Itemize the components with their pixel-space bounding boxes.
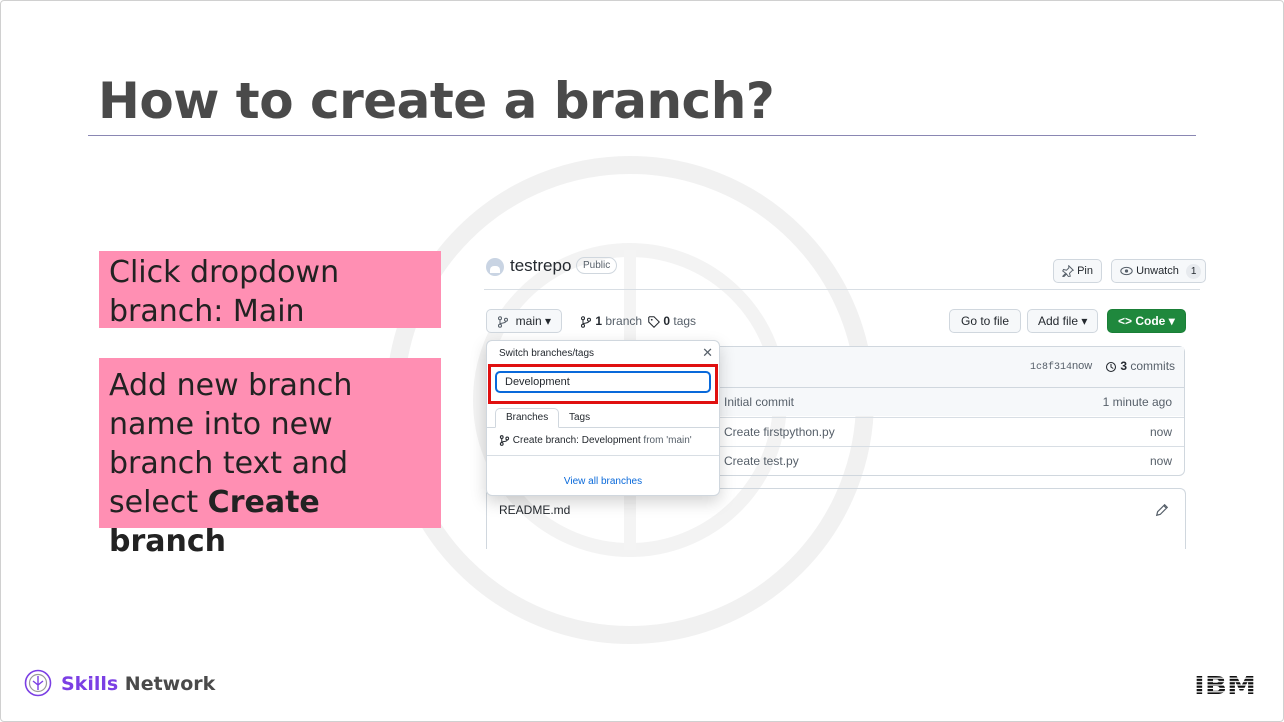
- repo-header: testrepo Public Pin Unwatch 1: [484, 254, 1207, 283]
- instruction-note-1: Click dropdown branch: Main: [99, 251, 441, 329]
- file-row: Create test.py now: [716, 446, 1184, 475]
- commits-count: 3: [1120, 359, 1128, 373]
- file-commit-message[interactable]: Create firstpython.py: [724, 425, 835, 439]
- branch-name-input[interactable]: [495, 371, 711, 393]
- instruction-note-1-text: Click dropdown branch: Main: [109, 255, 340, 329]
- code-label: Code: [1135, 314, 1166, 328]
- create-branch-option[interactable]: Create branch: Development from 'main': [499, 435, 692, 446]
- commit-time: now: [1072, 360, 1093, 372]
- tag-word: tags: [673, 314, 697, 328]
- file-commit-message[interactable]: Initial commit: [724, 395, 794, 409]
- create-branch-from: from 'main': [643, 435, 692, 447]
- create-branch-prefix: Create branch:: [512, 435, 582, 447]
- chevron-down-icon: ▾: [1081, 314, 1088, 328]
- repo-name-link[interactable]: testrepo: [510, 256, 571, 276]
- svg-text:IBM: IBM: [1194, 672, 1256, 696]
- popup-title: Switch branches/tags: [499, 348, 595, 359]
- unwatch-button[interactable]: Unwatch 1: [1111, 259, 1207, 283]
- branch-count: 1: [595, 314, 603, 328]
- eye-icon: [1120, 266, 1133, 276]
- repo-owner-avatar[interactable]: [486, 258, 504, 276]
- skills-network-logo-icon: [24, 669, 52, 697]
- brand-skills: Skills: [61, 673, 119, 695]
- commits-link[interactable]: 3 commits: [1105, 359, 1175, 373]
- popup-divider: [487, 455, 719, 456]
- chevron-down-icon: ▾: [1168, 314, 1175, 328]
- file-list: 1c8f314 now 3 commits Initial commit 1 m…: [716, 346, 1185, 476]
- branch-dropdown-button[interactable]: main ▾: [486, 309, 563, 333]
- popup-tabs: Branches Tags: [487, 405, 719, 428]
- github-repo-screenshot: testrepo Public Pin Unwatch 1 main ▾ 1 b…: [484, 248, 1207, 549]
- branch-switcher-popup: Switch branches/tags ✕ Branches Tags Cre…: [486, 340, 720, 496]
- repo-header-divider: [484, 289, 1200, 290]
- pin-icon: [1062, 265, 1074, 278]
- tab-tags[interactable]: Tags: [559, 409, 600, 427]
- tab-branches[interactable]: Branches: [495, 408, 560, 428]
- pin-button[interactable]: Pin: [1053, 259, 1102, 283]
- close-icon[interactable]: ✕: [702, 346, 713, 359]
- add-file-label: Add file: [1038, 314, 1079, 328]
- add-file-button[interactable]: Add file ▾: [1027, 309, 1099, 333]
- unwatch-label: Unwatch: [1136, 265, 1179, 277]
- go-to-file-button[interactable]: Go to file: [949, 309, 1022, 333]
- history-icon: [1105, 361, 1117, 372]
- tag-icon: [648, 316, 660, 328]
- brand-network: Network: [124, 673, 216, 695]
- chevron-down-icon: ▾: [545, 314, 552, 328]
- readme-panel: README.md: [486, 488, 1186, 549]
- git-branch-icon: [499, 435, 510, 446]
- instruction-note-2: Add new branch name into new branch text…: [99, 358, 441, 559]
- pin-label: Pin: [1077, 265, 1093, 277]
- title-divider: [88, 135, 1196, 136]
- slide-title: How to create a branch?: [98, 72, 775, 130]
- view-all-branches-link[interactable]: View all branches: [487, 476, 719, 487]
- file-commit-time: now: [1149, 425, 1172, 439]
- git-branch-icon: [497, 316, 509, 328]
- file-row: Initial commit 1 minute ago: [716, 388, 1184, 416]
- commits-word: commits: [1130, 359, 1176, 373]
- file-commit-message[interactable]: Create test.py: [724, 454, 799, 468]
- ibm-logo: IBM: [1194, 672, 1256, 696]
- file-row: Create firstpython.py now: [716, 417, 1184, 446]
- git-branch-icon: [580, 316, 592, 328]
- skills-network-brand: Skills Network: [61, 673, 215, 695]
- file-commit-time: now: [1149, 454, 1172, 468]
- visibility-badge: Public: [576, 257, 618, 274]
- code-button[interactable]: <> Code ▾: [1107, 309, 1186, 333]
- branch-word: branch: [605, 314, 643, 328]
- create-branch-name: Development: [581, 435, 641, 447]
- branch-dropdown-label: main: [515, 314, 542, 328]
- tag-count: 0: [663, 314, 671, 328]
- watch-counter: 1: [1185, 264, 1202, 279]
- file-commit-time: 1 minute ago: [1102, 395, 1172, 409]
- readme-title[interactable]: README.md: [499, 503, 570, 517]
- tags-link[interactable]: 0 tags: [648, 314, 696, 328]
- code-brackets-icon: <>: [1118, 314, 1133, 328]
- latest-commit-bar: 1c8f314 now 3 commits: [716, 347, 1184, 388]
- pencil-edit-icon[interactable]: [1155, 503, 1169, 517]
- commit-sha[interactable]: 1c8f314: [1030, 362, 1072, 373]
- branches-link[interactable]: 1 branch: [580, 314, 642, 328]
